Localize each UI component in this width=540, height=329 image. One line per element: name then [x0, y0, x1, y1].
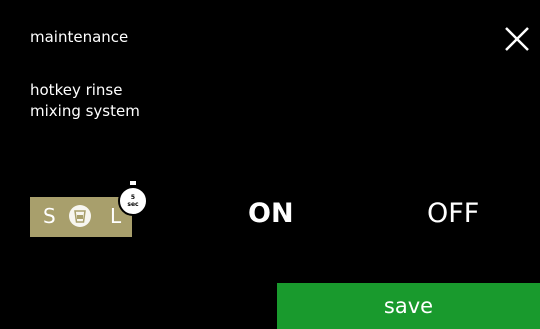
timer-unit: sec: [127, 201, 139, 208]
page-title: maintenance: [30, 28, 129, 46]
timer-label: 5 sec: [117, 194, 149, 208]
close-icon[interactable]: [500, 22, 534, 56]
timer-value: 5: [130, 194, 136, 201]
setting-name-line2: mixing system: [30, 102, 140, 120]
on-option[interactable]: ON: [248, 198, 294, 229]
setting-name: hotkey rinse mixing system: [30, 80, 140, 122]
off-option[interactable]: OFF: [427, 198, 479, 229]
hotkey-small-label: S: [43, 204, 56, 228]
save-button[interactable]: save: [277, 283, 540, 329]
setting-name-line1: hotkey rinse: [30, 81, 123, 99]
cup-icon: [68, 204, 92, 228]
